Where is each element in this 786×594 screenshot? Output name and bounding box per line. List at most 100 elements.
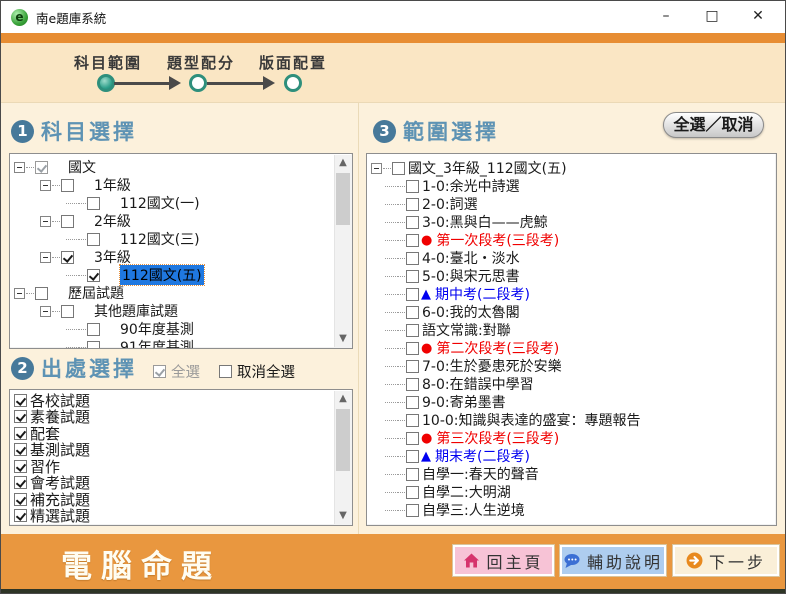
expander-icon[interactable] bbox=[40, 251, 51, 263]
tree-item-label[interactable]: 1年級 bbox=[94, 175, 131, 195]
checkbox[interactable] bbox=[14, 476, 27, 490]
tree-item-label[interactable]: 112國文(五) bbox=[119, 264, 205, 286]
checkbox[interactable] bbox=[35, 160, 48, 174]
tree-row[interactable]: 2年級 bbox=[40, 212, 332, 230]
tree-item-label[interactable]: 3年級 bbox=[94, 247, 131, 267]
tree-item-label[interactable]: 112國文(一) bbox=[120, 193, 200, 213]
tree-row[interactable]: 91年度基測 bbox=[66, 337, 332, 348]
scrollbar-thumb[interactable] bbox=[336, 173, 350, 225]
checkbox[interactable] bbox=[406, 305, 419, 319]
checkbox[interactable] bbox=[14, 492, 27, 506]
tree-item-label[interactable]: 6-0:我的太魯閣 bbox=[422, 302, 520, 322]
checkbox[interactable] bbox=[14, 509, 27, 523]
checkbox[interactable] bbox=[87, 232, 100, 246]
checkbox[interactable] bbox=[406, 503, 419, 517]
tree-row[interactable]: 國文 bbox=[14, 158, 332, 176]
checkbox[interactable] bbox=[61, 304, 74, 318]
checkbox[interactable] bbox=[392, 161, 405, 175]
tree-item-label[interactable]: 7-0:生於憂患死於安樂 bbox=[422, 356, 562, 376]
tree-row[interactable]: 自學一:春天的聲音 bbox=[385, 465, 772, 483]
checkbox[interactable] bbox=[14, 443, 27, 457]
scroll-up-icon[interactable]: ▲ bbox=[335, 391, 351, 407]
checkbox[interactable] bbox=[406, 323, 419, 337]
checkbox[interactable] bbox=[406, 449, 419, 463]
tree-item-label[interactable]: 國文_3年級_112國文(五) bbox=[408, 158, 567, 178]
tree-item-label[interactable]: 90年度基測 bbox=[120, 319, 194, 339]
tree-item-label[interactable]: 91年度基測 bbox=[120, 337, 194, 348]
tree-row[interactable]: 1-0:余光中詩選 bbox=[385, 177, 772, 195]
tree-row[interactable]: ▲ 期中考(二段考) bbox=[385, 285, 772, 303]
tree-item-label[interactable]: 歷屆試題 bbox=[68, 283, 124, 303]
tree-item-label[interactable]: 10-0:知識與表達的盛宴：專題報告 bbox=[422, 410, 641, 430]
tree-row[interactable]: 語文常識:對聯 bbox=[385, 321, 772, 339]
tree-item-label[interactable]: 自學一:春天的聲音 bbox=[422, 464, 539, 484]
checkbox[interactable] bbox=[61, 178, 74, 192]
checkbox[interactable] bbox=[406, 431, 419, 445]
checkbox[interactable] bbox=[14, 410, 27, 424]
expander-icon[interactable] bbox=[40, 215, 51, 227]
deselect-all-checkbox[interactable]: 取消全選 bbox=[219, 361, 295, 382]
checkbox[interactable] bbox=[406, 359, 419, 373]
expander-icon[interactable] bbox=[371, 162, 382, 174]
tree-item-label[interactable]: 第一次段考(三段考) bbox=[436, 230, 559, 250]
scroll-up-icon[interactable]: ▲ bbox=[335, 155, 351, 171]
checkbox[interactable] bbox=[14, 393, 27, 407]
tree-row[interactable]: 其他題庫試題 bbox=[40, 302, 332, 320]
tree-row[interactable]: 歷屆試題 bbox=[14, 284, 332, 302]
checkbox[interactable] bbox=[153, 365, 166, 378]
tree-row[interactable]: 1年級 bbox=[40, 176, 332, 194]
home-button[interactable]: 回主頁 bbox=[453, 545, 554, 576]
checkbox[interactable] bbox=[406, 269, 419, 283]
source-item-label[interactable]: 精選試題 bbox=[30, 505, 90, 525]
tree-row[interactable]: 112國文(三) bbox=[66, 230, 332, 248]
tree-item-label[interactable]: 第三次段考(三段考) bbox=[436, 428, 559, 448]
checkbox[interactable] bbox=[406, 179, 419, 193]
checkbox[interactable] bbox=[406, 467, 419, 481]
tree-row[interactable]: ▲ 期末考(二段考) bbox=[385, 447, 772, 465]
minimize-button[interactable]: – bbox=[643, 1, 689, 31]
tree-row[interactable]: 90年度基測 bbox=[66, 320, 332, 338]
tree-item-label[interactable]: 2-0:詞選 bbox=[422, 194, 478, 214]
tree-item-label[interactable]: 4-0:臺北・淡水 bbox=[422, 248, 520, 268]
scroll-down-icon[interactable]: ▼ bbox=[335, 508, 351, 524]
tree-row[interactable]: 2-0:詞選 bbox=[385, 195, 772, 213]
checkbox[interactable] bbox=[14, 426, 27, 440]
tree-item-label[interactable]: 1-0:余光中詩選 bbox=[422, 176, 520, 196]
tree-item-label[interactable]: 3-0:黑與白——虎鯨 bbox=[422, 212, 548, 232]
checkbox[interactable] bbox=[219, 365, 232, 378]
checkbox[interactable] bbox=[87, 340, 100, 348]
tree-row[interactable]: 112國文(五) bbox=[66, 264, 332, 286]
tree-item-label[interactable]: 9-0:寄弟墨書 bbox=[422, 392, 506, 412]
maximize-button[interactable]: □ bbox=[689, 1, 735, 31]
next-step-button[interactable]: 下一步 bbox=[673, 545, 779, 576]
tree-item-label[interactable]: 期中考(二段考) bbox=[435, 284, 530, 304]
help-button[interactable]: 輔助說明 bbox=[560, 545, 666, 576]
expander-icon[interactable] bbox=[40, 305, 51, 317]
tree-row[interactable]: ● 第二次段考(三段考) bbox=[385, 339, 772, 357]
tree-item-label[interactable]: 第二次段考(三段考) bbox=[436, 338, 559, 358]
tree-row[interactable]: 10-0:知識與表達的盛宴：專題報告 bbox=[385, 411, 772, 429]
tree-row[interactable]: 3年級 bbox=[40, 248, 332, 266]
checkbox[interactable] bbox=[406, 287, 419, 301]
tree-item-label[interactable]: 2年級 bbox=[94, 211, 131, 231]
expander-icon[interactable] bbox=[14, 287, 25, 299]
tree-item-label[interactable]: 其他題庫試題 bbox=[94, 301, 178, 321]
tree-row[interactable]: ● 第三次段考(三段考) bbox=[385, 429, 772, 447]
checkbox[interactable] bbox=[406, 395, 419, 409]
tree-item-label[interactable]: 自學三:人生逆境 bbox=[422, 500, 525, 520]
tree-row-root[interactable]: 國文_3年級_112國文(五) bbox=[371, 159, 772, 177]
source-list-scrollbar[interactable]: ▲ ▼ bbox=[334, 391, 351, 524]
tree-row[interactable]: 4-0:臺北・淡水 bbox=[385, 249, 772, 267]
tree-row[interactable]: 自學三:人生逆境 bbox=[385, 501, 772, 519]
tree-row[interactable]: 8-0:在錯誤中學習 bbox=[385, 375, 772, 393]
tree-row[interactable]: 112國文(一) bbox=[66, 194, 332, 212]
tree-row[interactable]: 自學二:大明湖 bbox=[385, 483, 772, 501]
source-item-row[interactable]: 精選試題 bbox=[10, 505, 332, 525]
tree-row[interactable]: 5-0:與宋元思書 bbox=[385, 267, 772, 285]
checkbox[interactable] bbox=[406, 197, 419, 211]
checkbox[interactable] bbox=[406, 485, 419, 499]
tree-item-label[interactable]: 期末考(二段考) bbox=[435, 446, 530, 466]
checkbox[interactable] bbox=[406, 233, 419, 247]
checkbox[interactable] bbox=[406, 341, 419, 355]
scrollbar-thumb[interactable] bbox=[336, 409, 350, 471]
